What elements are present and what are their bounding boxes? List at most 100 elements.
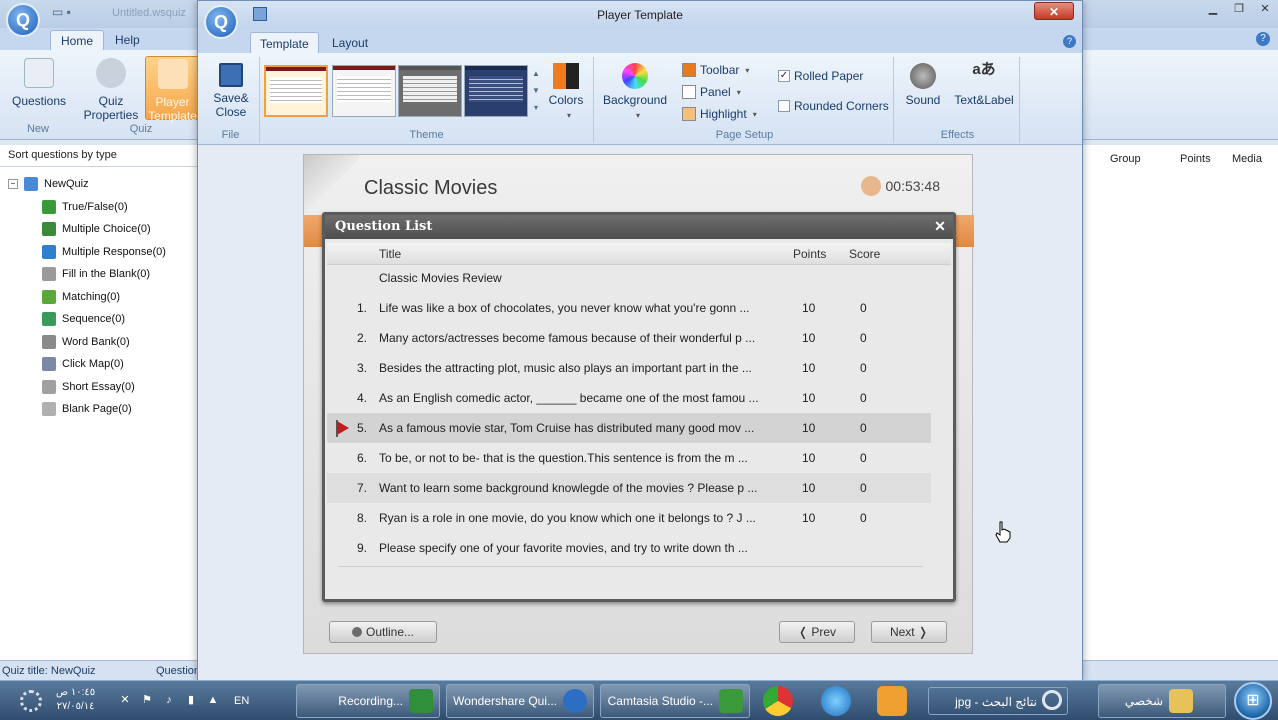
collapse-icon[interactable]: −: [8, 179, 18, 190]
start-button[interactable]: ⊞: [1234, 682, 1272, 720]
questions-button[interactable]: Questions: [4, 56, 74, 120]
chrome-icon[interactable]: [763, 686, 793, 716]
sort-dropdown[interactable]: Sort questions by type: [0, 145, 199, 167]
tree-item[interactable]: True/False(0): [8, 196, 199, 219]
tree-item-label: Fill in the Blank(0): [62, 268, 151, 281]
tree-item[interactable]: Fill in the Blank(0): [8, 263, 199, 286]
flag-icon[interactable]: ⚑: [140, 693, 154, 707]
questions-icon: [24, 58, 54, 88]
question-row[interactable]: 9. Please specify one of your favorite mo…: [327, 533, 951, 563]
dialog-logo-icon[interactable]: Q: [204, 5, 238, 39]
tree-item[interactable]: Matching(0): [8, 286, 199, 309]
rolled-paper-checkbox[interactable]: ✓ Rolled Paper: [778, 69, 863, 83]
app-ribbon: Questions Quiz Properties Player Templat…: [0, 50, 200, 140]
question-points: 10: [802, 391, 816, 405]
tree-item[interactable]: Sequence(0): [8, 308, 199, 331]
theme-thumbnail-3[interactable]: [398, 65, 462, 117]
column-points[interactable]: Points: [1180, 153, 1211, 165]
tab-template[interactable]: Template: [250, 32, 319, 53]
question-type-icon: [42, 379, 56, 394]
tree-item[interactable]: Multiple Response(0): [8, 241, 199, 264]
app-logo-icon[interactable]: Q: [6, 3, 40, 37]
language-indicator[interactable]: EN: [234, 695, 249, 707]
volume-icon[interactable]: ♪: [162, 693, 176, 707]
question-points: 10: [802, 451, 816, 465]
taskbar-personal-folder[interactable]: شخصي: [1098, 684, 1226, 718]
question-row[interactable]: 5. As a famous movie star, Tom Cruise has…: [327, 413, 931, 443]
outline-button[interactable]: Outline...: [329, 621, 437, 643]
background-button[interactable]: Background ▾: [602, 63, 668, 123]
panel-color-picker[interactable]: Panel ▾: [682, 85, 741, 99]
taskbar-recording[interactable]: Recording...: [296, 684, 440, 718]
player-template-button[interactable]: Player Template: [145, 56, 200, 123]
question-list-panel: Question List ✕ Title Points Score Class…: [322, 212, 956, 602]
question-score: 0: [860, 301, 867, 315]
next-button[interactable]: Next ❭: [871, 621, 947, 643]
tab-home[interactable]: Home: [50, 30, 105, 50]
brightness-icon[interactable]: [20, 690, 42, 712]
text-label-icon: aあ: [972, 61, 996, 78]
network-icon[interactable]: ✕: [118, 693, 132, 707]
help-icon[interactable]: ?: [1256, 32, 1270, 46]
tab-help[interactable]: Help: [105, 30, 150, 50]
tree-item-label: Sequence(0): [62, 313, 125, 326]
rounded-corners-checkbox[interactable]: Rounded Corners: [778, 99, 889, 113]
theme-thumbnail-1[interactable]: [264, 65, 328, 117]
question-list-header: Question List ✕: [325, 215, 953, 239]
column-media[interactable]: Media: [1232, 153, 1262, 165]
tree-item[interactable]: Blank Page(0): [8, 398, 199, 421]
highlight-color-picker[interactable]: Highlight ▾: [682, 107, 757, 121]
question-row[interactable]: 4. As an English comedic actor, ______ be…: [327, 383, 951, 413]
quiz-properties-button[interactable]: Quiz Properties: [76, 56, 146, 122]
text-label-button[interactable]: aあ Text&Label: [952, 61, 1016, 107]
save-close-button[interactable]: Save& Close: [208, 63, 254, 119]
theme-scroll-arrows[interactable]: ▲ ▼ ▾: [530, 65, 542, 117]
outline-icon: [351, 627, 362, 637]
question-title: Life was like a box of chocolates, you n…: [379, 301, 750, 315]
quizcreator-icon: [563, 689, 587, 713]
page-setup-group: Background ▾ Toolbar ▾ Panel ▾ Highlight ▾ ✓…: [596, 57, 894, 143]
question-title: Please specify one of your favorite movi…: [379, 541, 748, 555]
effects-group: Sound aあ Text&Label Effects: [896, 57, 1020, 143]
question-row[interactable]: 3. Besides the attracting plot, music als…: [327, 353, 951, 383]
tree-root[interactable]: − NewQuiz: [8, 173, 199, 196]
question-row[interactable]: 6. To be, or not to be- that is the quest…: [327, 443, 951, 473]
ie-icon[interactable]: [821, 686, 851, 716]
question-list-close-icon[interactable]: ✕: [933, 219, 947, 233]
tray-expand-icon[interactable]: ▲: [206, 693, 220, 707]
table-bottom-line: [339, 566, 923, 567]
player-template-dialog: Q Player Template ✕ Template Layout ? Sa…: [197, 0, 1083, 683]
question-list-title: Question List: [335, 219, 433, 234]
battery-icon[interactable]: ▮: [184, 693, 198, 707]
tree-item[interactable]: Short Essay(0): [8, 376, 199, 399]
dialog-help-icon[interactable]: ?: [1063, 35, 1076, 48]
quick-access-toolbar[interactable]: ▭ ▪: [52, 5, 71, 19]
flag-icon[interactable]: [337, 421, 349, 435]
theme-thumbnail-4[interactable]: [464, 65, 528, 117]
toolbar-color-picker[interactable]: Toolbar ▾: [682, 63, 749, 77]
question-row[interactable]: 2. Many actors/actresses become famous be…: [327, 323, 951, 353]
taskbar-camtasia[interactable]: Camtasia Studio -...: [600, 684, 750, 718]
tab-layout[interactable]: Layout: [323, 32, 377, 53]
media-player-icon[interactable]: [877, 686, 907, 716]
colors-button[interactable]: Colors ▾: [544, 63, 588, 123]
prev-button[interactable]: ❬ Prev: [779, 621, 855, 643]
column-group[interactable]: Group: [1110, 153, 1141, 165]
tree-item-label: Word Bank(0): [62, 335, 130, 348]
question-row[interactable]: 7. Want to learn some background knowlegd…: [327, 473, 931, 503]
tree-item[interactable]: Multiple Choice(0): [8, 218, 199, 241]
sound-button[interactable]: Sound: [902, 63, 944, 107]
tray-clock[interactable]: ١٠:٤٥ ص ٢٧/٠٥/١٤: [56, 686, 95, 714]
minimize-button[interactable]: ▁: [1200, 0, 1226, 18]
question-type-icon: [42, 334, 56, 349]
magnifier-icon: [1042, 690, 1062, 710]
restore-button[interactable]: ❐: [1226, 0, 1252, 18]
dialog-close-button[interactable]: ✕: [1034, 2, 1074, 20]
theme-thumbnail-2[interactable]: [332, 65, 396, 117]
tree-item[interactable]: Click Map(0): [8, 353, 199, 376]
close-button[interactable]: ✕: [1252, 0, 1278, 18]
question-row[interactable]: 8. Ryan is a role in one movie, do you kn…: [327, 503, 951, 533]
tree-item[interactable]: Word Bank(0): [8, 331, 199, 354]
taskbar-wondershare[interactable]: Wondershare Qui...: [446, 684, 594, 718]
question-row[interactable]: 1. Life was like a box of chocolates, you…: [327, 293, 951, 323]
